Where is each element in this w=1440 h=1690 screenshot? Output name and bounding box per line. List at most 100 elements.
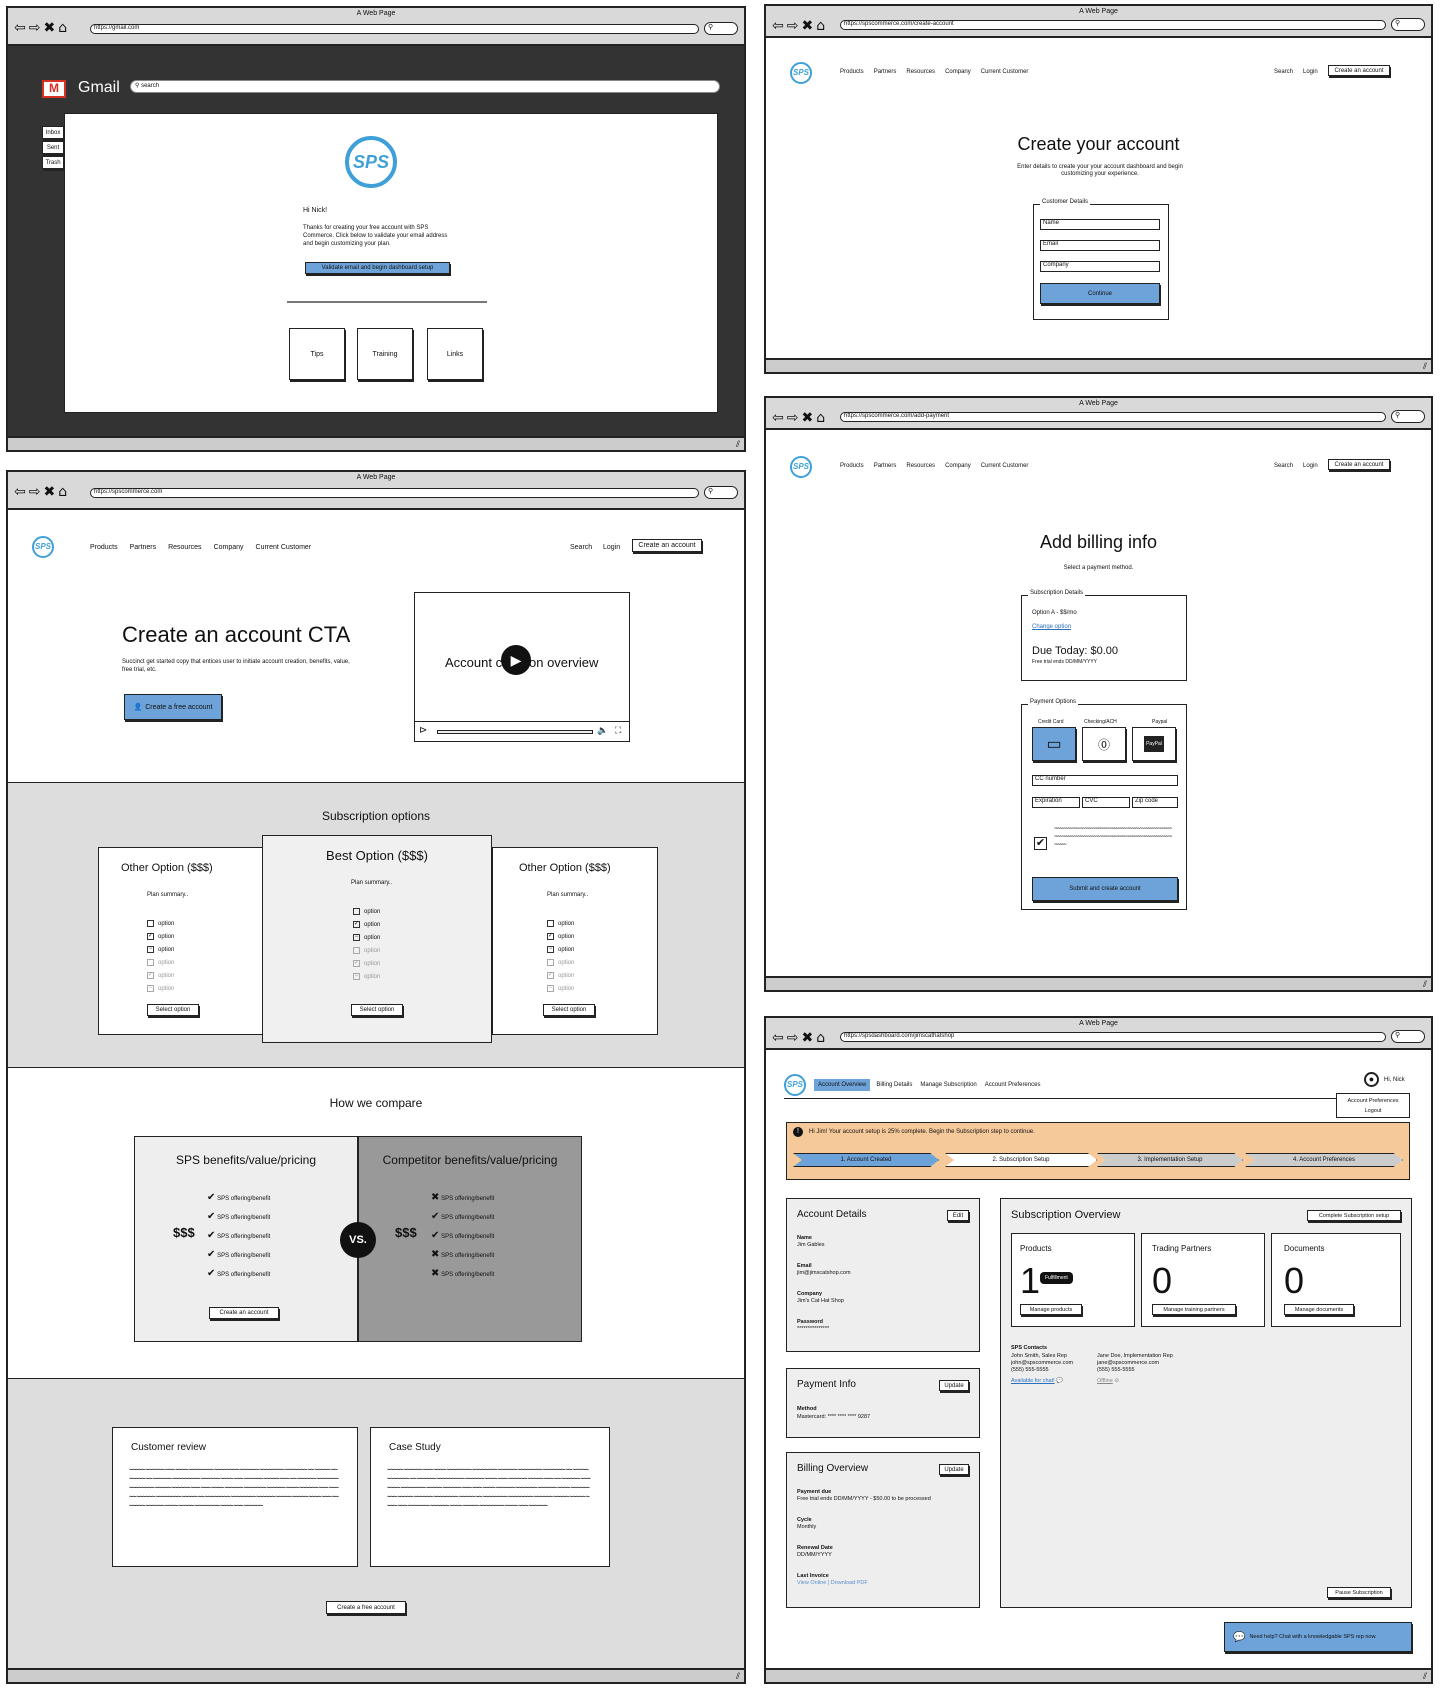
submit-create-account-button[interactable]: Submit and create account (1032, 877, 1178, 901)
video-scrubber[interactable] (437, 730, 593, 734)
option-row[interactable]: option (547, 918, 574, 931)
play-icon[interactable]: ▶ (501, 645, 531, 675)
search-icon[interactable]: ⚲ (1391, 410, 1425, 423)
option-row[interactable]: − option (147, 944, 174, 957)
folder-inbox[interactable]: Inbox (42, 126, 64, 139)
nav-company[interactable]: Company (945, 69, 971, 75)
select-option-button[interactable]: Select option (543, 1004, 595, 1016)
create-account-nav-button[interactable]: Create an account (1328, 459, 1390, 470)
folder-trash[interactable]: Trash (42, 156, 64, 169)
tab-account-overview[interactable]: Account Overview (814, 1079, 871, 1091)
search-icon[interactable]: ⚲ (704, 486, 738, 499)
nav-current-customer[interactable]: Current Customer (981, 463, 1029, 469)
volume-icon[interactable]: 🔈 (597, 725, 608, 736)
company-field[interactable]: Company (1040, 261, 1160, 272)
expiration-field[interactable]: Expiration (1032, 797, 1080, 808)
invoice-links[interactable]: View Online | Download PDF (797, 1580, 977, 1587)
menu-account-preferences[interactable]: Account Preferences (1337, 1096, 1409, 1106)
option-row[interactable]: ✓ option (547, 931, 574, 944)
compare-create-account-button[interactable]: Create an account (209, 1307, 279, 1319)
manage-documents-button[interactable]: Manage documents (1284, 1304, 1354, 1315)
nav-products[interactable]: Products (840, 463, 864, 469)
nav-current-customer[interactable]: Current Customer (256, 544, 312, 551)
email-field[interactable]: Email (1040, 240, 1160, 251)
nav-products[interactable]: Products (840, 69, 864, 75)
option-row[interactable]: ✓ option (147, 931, 174, 944)
validate-email-button[interactable]: Validate email and begin dashboard setup (305, 262, 450, 274)
terms-checkbox[interactable]: ✔ (1034, 837, 1047, 850)
create-account-nav-button[interactable]: Create an account (632, 539, 702, 552)
update-payment-button[interactable]: Update (939, 1380, 969, 1391)
continue-button[interactable]: Continue (1040, 283, 1160, 304)
step-account-preferences[interactable]: 4. Account Preferences (1245, 1153, 1403, 1167)
tab-manage-subscription[interactable]: Manage Subscription (918, 1079, 978, 1091)
nav-login[interactable]: Login (603, 544, 620, 551)
update-billing-button[interactable]: Update (939, 1464, 969, 1475)
edit-button[interactable]: Edit (947, 1210, 969, 1221)
video-player[interactable]: Account c on overview ▶ ⊳ 🔈 ⛶ (414, 592, 630, 742)
nav-login[interactable]: Login (1303, 463, 1318, 469)
nav-partners[interactable]: Partners (874, 69, 897, 75)
nav-resources[interactable]: Resources (906, 69, 935, 75)
select-option-button[interactable]: Select option (351, 1004, 403, 1016)
avatar[interactable]: ● (1364, 1072, 1379, 1087)
option-row[interactable]: ✓ option (353, 919, 380, 932)
nav-company[interactable]: Company (945, 463, 971, 469)
address-bar[interactable]: https://spscommerce.com/add-payment (840, 412, 1386, 422)
links-card[interactable]: Links (427, 328, 483, 380)
video-play-small-icon[interactable]: ⊳ (419, 725, 427, 736)
address-bar[interactable]: https://spscommerce.com (90, 488, 699, 498)
complete-subscription-button[interactable]: Complete Subscription setup (1307, 1210, 1401, 1221)
select-option-button[interactable]: Select option (147, 1004, 199, 1016)
zip-code-field[interactable]: Zip code (1132, 797, 1178, 808)
address-bar[interactable]: https://spscommerce.com/create-account (840, 20, 1386, 30)
nav-products[interactable]: Products (90, 544, 118, 551)
tab-account-preferences[interactable]: Account Preferences (983, 1079, 1043, 1091)
pause-subscription-button[interactable]: Pause Subscription (1327, 1587, 1391, 1598)
tips-card[interactable]: Tips (289, 328, 345, 380)
resize-grip-icon[interactable]: ⫽ (736, 439, 740, 450)
option-row[interactable]: − option (547, 944, 574, 957)
nav-partners[interactable]: Partners (130, 544, 156, 551)
menu-logout[interactable]: Logout (1337, 1106, 1409, 1116)
resize-grip-icon[interactable]: ⫽ (1423, 1671, 1427, 1682)
address-bar[interactable]: https://gmail.com (90, 24, 699, 34)
browser-nav-icons[interactable]: ⇦⇨✖⌂ (772, 1030, 828, 1046)
address-bar[interactable]: https://spsdashboard.com/jimscathatshop (840, 1032, 1386, 1042)
nav-partners[interactable]: Partners (874, 463, 897, 469)
browser-nav-icons[interactable]: ⇦⇨✖⌂ (14, 484, 70, 500)
create-account-nav-button[interactable]: Create an account (1328, 65, 1390, 76)
gmail-search-input[interactable]: ⚲ search (130, 80, 720, 93)
nav-resources[interactable]: Resources (168, 544, 201, 551)
cc-number-field[interactable]: CC number (1032, 775, 1178, 786)
option-row[interactable]: − option (353, 932, 380, 945)
resize-grip-icon[interactable]: ⫽ (1423, 979, 1427, 990)
help-chat-button[interactable]: 💬 Need help? Chat with a knowledgable SPS… (1224, 1622, 1412, 1652)
nav-search[interactable]: Search (1274, 69, 1293, 75)
contact-email[interactable]: jane@spscommerce.com (1097, 1360, 1173, 1367)
nav-login[interactable]: Login (1303, 69, 1318, 75)
option-row[interactable]: option (353, 906, 380, 919)
search-icon[interactable]: ⚲ (1391, 18, 1425, 31)
nav-company[interactable]: Company (214, 544, 244, 551)
fullscreen-icon[interactable]: ⛶ (615, 725, 621, 736)
change-option-link[interactable]: Change option (1032, 624, 1071, 630)
option-row[interactable]: option (147, 918, 174, 931)
browser-nav-icons[interactable]: ⇦⇨✖⌂ (772, 18, 828, 34)
browser-nav-icons[interactable]: ⇦⇨✖⌂ (772, 410, 828, 426)
manage-products-button[interactable]: Manage products (1020, 1304, 1082, 1315)
search-icon[interactable]: ⚲ (704, 22, 738, 35)
tab-billing-details[interactable]: Billing Details (874, 1079, 914, 1091)
create-free-account-button[interactable]: 👤 Create a free account (124, 694, 222, 720)
chat-link[interactable]: Available for chat! (1011, 1378, 1055, 1384)
nav-search[interactable]: Search (570, 544, 592, 551)
browser-nav-icons[interactable]: ⇦⇨✖⌂ (14, 20, 70, 36)
manage-partners-button[interactable]: Manage training partners (1152, 1304, 1236, 1315)
cvc-field[interactable]: CVC (1082, 797, 1130, 808)
resize-grip-icon[interactable]: ⫽ (1423, 361, 1427, 372)
step-subscription-setup[interactable]: 2. Subscription Setup (945, 1153, 1097, 1167)
name-field[interactable]: Name (1040, 219, 1160, 230)
resize-grip-icon[interactable]: ⫽ (736, 1671, 740, 1682)
credit-card-icon[interactable]: ▭ (1032, 727, 1076, 761)
nav-search[interactable]: Search (1274, 463, 1293, 469)
